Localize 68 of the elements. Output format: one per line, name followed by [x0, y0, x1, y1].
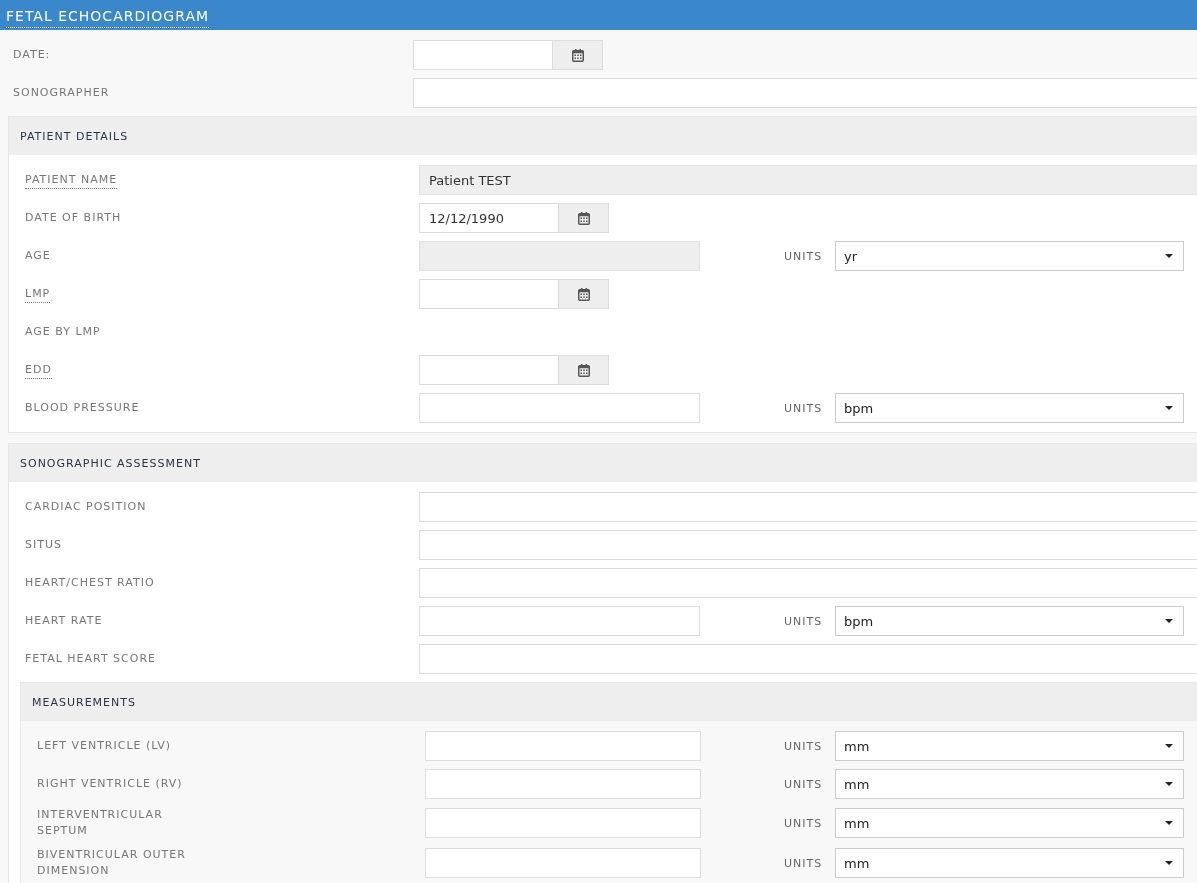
- section-title: MEASUREMENTS: [32, 695, 136, 709]
- section-title: PATIENT DETAILS: [20, 129, 129, 143]
- field-label: EDD: [25, 361, 52, 379]
- calendar-button[interactable]: [559, 203, 609, 233]
- caret-icon: [1165, 861, 1173, 865]
- units-label: UNITS: [784, 614, 824, 628]
- units-dropdown[interactable]: yr: [835, 241, 1184, 271]
- units-dropdown[interactable]: mm: [835, 808, 1184, 838]
- date-field[interactable]: [413, 40, 553, 70]
- calendar-button[interactable]: [559, 355, 609, 385]
- field-label: BIVENTRICULAR OUTER DIMENSION: [37, 847, 187, 879]
- calendar-icon: [577, 211, 590, 225]
- field-label: AGE: [25, 248, 51, 264]
- field-label: LEFT VENTRICLE (LV): [37, 738, 172, 754]
- field-label: SONOGRAPHER: [13, 85, 110, 101]
- field-label: DATE:: [13, 47, 51, 63]
- text-field[interactable]: [419, 393, 700, 423]
- field-label: CARDIAC POSITION: [25, 499, 147, 515]
- field-label: BLOOD PRESSURE: [25, 400, 140, 416]
- caret-icon: [1165, 782, 1173, 786]
- text-field[interactable]: [425, 808, 701, 838]
- section-title: SONOGRAPHIC ASSESSMENT: [20, 456, 201, 470]
- units-label: UNITS: [784, 249, 824, 263]
- caret-icon: [1165, 619, 1173, 623]
- calendar-icon: [577, 363, 590, 377]
- field-label: FETAL HEART SCORE: [25, 651, 156, 667]
- units-label: UNITS: [784, 777, 824, 791]
- calendar-icon: [577, 287, 590, 301]
- units-dropdown[interactable]: mm: [835, 731, 1184, 761]
- text-field[interactable]: [419, 492, 1197, 522]
- text-field[interactable]: [419, 606, 700, 636]
- calendar-button[interactable]: [559, 279, 609, 309]
- readonly-field[interactable]: [419, 241, 700, 271]
- text-field[interactable]: [413, 78, 1197, 108]
- caret-icon: [1165, 406, 1173, 410]
- caret-icon: [1165, 821, 1173, 825]
- caret-icon: [1165, 744, 1173, 748]
- units-label: UNITS: [784, 401, 824, 415]
- caret-icon: [1165, 254, 1173, 258]
- calendar-icon: [571, 48, 584, 62]
- date-field[interactable]: [419, 355, 559, 385]
- field-label: HEART RATE: [25, 613, 103, 629]
- units-label: UNITS: [784, 856, 824, 870]
- units-dropdown[interactable]: bpm: [835, 606, 1184, 636]
- units-label: UNITS: [784, 739, 824, 753]
- calendar-button[interactable]: [553, 40, 603, 70]
- readonly-field[interactable]: Patient TEST: [419, 165, 1197, 195]
- units-dropdown[interactable]: mm: [835, 848, 1184, 878]
- field-label: PATIENT NAME: [25, 171, 118, 189]
- field-label: INTERVENTRICULAR SEPTUM: [37, 807, 164, 839]
- field-label: RIGHT VENTRICLE (RV): [37, 776, 183, 792]
- field-label: HEART/CHEST RATIO: [25, 575, 155, 591]
- field-label: SITUS: [25, 537, 62, 553]
- text-field[interactable]: [419, 568, 1197, 598]
- units-label: UNITS: [784, 816, 824, 830]
- field-label: DATE OF BIRTH: [25, 210, 122, 226]
- field-label: LMP: [25, 285, 51, 303]
- form-title: FETAL ECHOCARDIOGRAM: [6, 8, 210, 28]
- date-field[interactable]: 12/12/1990: [419, 203, 559, 233]
- units-dropdown[interactable]: bpm: [835, 393, 1184, 423]
- date-field[interactable]: [419, 279, 559, 309]
- text-field[interactable]: [425, 848, 701, 878]
- text-field[interactable]: [419, 644, 1197, 674]
- text-field[interactable]: [425, 731, 701, 761]
- text-field[interactable]: [419, 530, 1197, 560]
- text-field[interactable]: [425, 769, 701, 799]
- field-label: AGE BY LMP: [25, 324, 101, 340]
- units-dropdown[interactable]: mm: [835, 769, 1184, 799]
